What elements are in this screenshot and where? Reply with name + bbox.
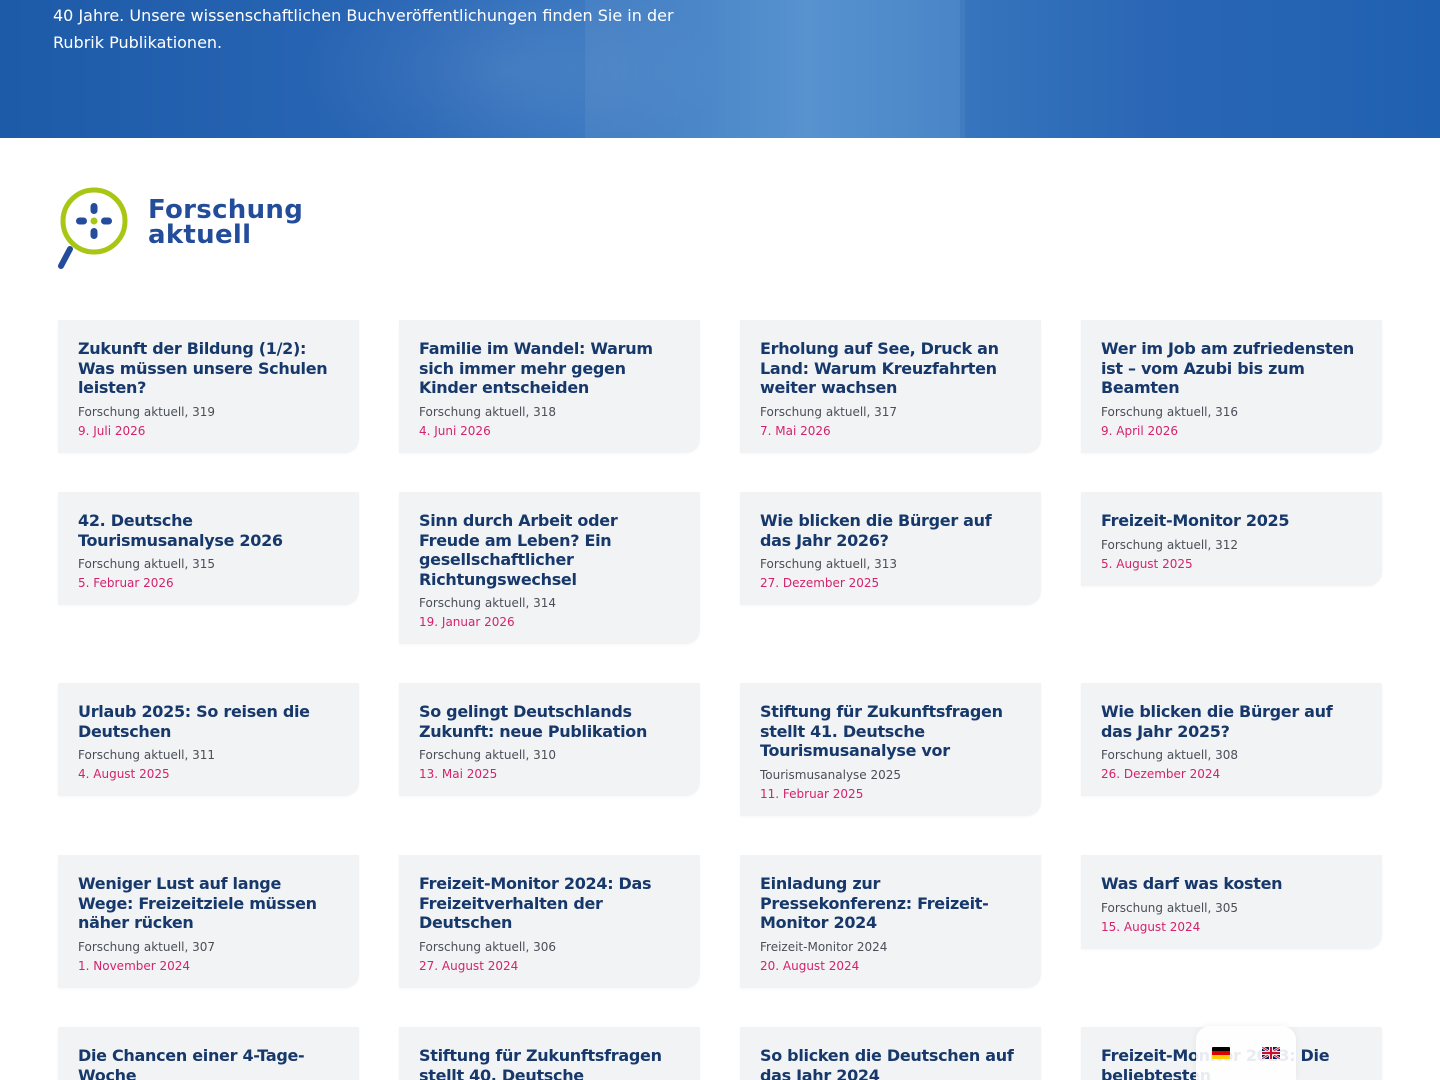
flag-de-icon[interactable]	[1212, 1047, 1230, 1059]
publication-card[interactable]: Die Chancen einer 4-Tage-Woche	[58, 1027, 359, 1080]
card-date: 13. Mai 2025	[419, 767, 498, 781]
card-date: 5. Februar 2026	[78, 576, 174, 590]
card-title[interactable]: Einladung zur Pressekonferenz: Freizeit-…	[760, 874, 1021, 933]
publication-card[interactable]: Urlaub 2025: So reisen die Deutschen For…	[58, 683, 359, 796]
publication-card[interactable]: So gelingt Deutschlands Zukunft: neue Pu…	[399, 683, 700, 796]
publication-card[interactable]: Einladung zur Pressekonferenz: Freizeit-…	[740, 855, 1041, 988]
card-series: Forschung aktuell, 311	[78, 748, 216, 762]
card-series: Forschung aktuell, 307	[78, 939, 216, 954]
card-series: Forschung aktuell, 310	[419, 748, 557, 762]
hero-text-line: Rubrik Publikationen.	[53, 33, 223, 52]
card-series: Forschung aktuell, 315	[78, 557, 216, 571]
card-date: 5. August 2025	[1101, 556, 1193, 571]
card-title[interactable]: Zukunft der Bildung (1/2): Was müssen un…	[78, 339, 339, 398]
card-series: Forschung aktuell, 313	[760, 557, 898, 571]
card-series: Forschung aktuell, 306	[419, 939, 557, 954]
hero-panel	[960, 0, 1440, 138]
card-series: Forschung aktuell, 312	[1101, 537, 1239, 552]
card-title[interactable]: Freizeit-Monitor 2025	[1101, 511, 1362, 531]
card-date: 4. August 2025	[78, 767, 170, 781]
logo-line: aktuell	[148, 220, 252, 250]
card-date: 9. April 2026	[1101, 423, 1179, 438]
hero-banner: 40 Jahre. Unsere wissenschaftlichen Buch…	[0, 0, 1440, 138]
publication-card[interactable]: Stiftung für Zukunftsfragen stellt 40. D…	[399, 1027, 700, 1080]
publication-card[interactable]: Wer im Job am zufriedensten ist – vom Az…	[1081, 320, 1382, 453]
card-title[interactable]: So blicken die Deutschen auf das Jahr 20…	[760, 1046, 1021, 1080]
flag-gb-icon[interactable]	[1262, 1047, 1280, 1059]
publication-card[interactable]: Sinn durch Arbeit oder Freude am Leben? …	[399, 492, 700, 644]
card-date: 1. November 2024	[78, 958, 191, 973]
publication-card[interactable]: Zukunft der Bildung (1/2): Was müssen un…	[58, 320, 359, 453]
card-title[interactable]: Wer im Job am zufriedensten ist – vom Az…	[1101, 339, 1362, 398]
card-date: 9. Juli 2026	[78, 423, 146, 438]
card-date: 27. Dezember 2025	[760, 576, 880, 590]
publication-card[interactable]: Familie im Wandel: Warum sich immer mehr…	[399, 320, 700, 453]
card-series: Forschung aktuell, 318	[419, 404, 557, 419]
hero-text: 40 Jahre. Unsere wissenschaftlichen Buch…	[53, 2, 733, 56]
publication-card[interactable]: 42. Deutsche Tourismusanalyse 2026 Forsc…	[58, 492, 359, 605]
card-title[interactable]: Wie blicken die Bürger auf das Jahr 2025…	[1101, 702, 1362, 741]
hero-text-line: 40 Jahre. Unsere wissenschaftlichen Buch…	[53, 6, 674, 25]
publication-card[interactable]: Wie blicken die Bürger auf das Jahr 2026…	[740, 492, 1041, 605]
logo-wordmark: Forschung aktuell	[148, 197, 303, 250]
card-series: Freizeit-Monitor 2024	[760, 939, 888, 954]
card-date: 19. Januar 2026	[419, 615, 515, 629]
card-date: 11. Februar 2025	[760, 786, 864, 801]
card-series: Forschung aktuell, 314	[419, 596, 557, 610]
card-series: Forschung aktuell, 316	[1101, 404, 1239, 419]
language-switcher[interactable]	[1196, 1026, 1296, 1080]
card-title[interactable]: Weniger Lust auf lange Wege: Freizeitzie…	[78, 874, 339, 933]
card-title[interactable]: Stiftung für Zukunftsfragen stellt 41. D…	[760, 702, 1021, 761]
card-title[interactable]: Stiftung für Zukunftsfragen stellt 40. D…	[419, 1046, 680, 1080]
card-title[interactable]: Urlaub 2025: So reisen die Deutschen	[78, 702, 339, 741]
magnifier-plus-icon	[58, 187, 128, 269]
card-title[interactable]: Was darf was kosten	[1101, 874, 1362, 894]
publication-card[interactable]: So blicken die Deutschen auf das Jahr 20…	[740, 1027, 1041, 1080]
card-title[interactable]: Erholung auf See, Druck an Land: Warum K…	[760, 339, 1021, 398]
card-series: Forschung aktuell, 317	[760, 404, 898, 419]
card-series: Forschung aktuell, 305	[1101, 900, 1239, 915]
publication-grid: Zukunft der Bildung (1/2): Was müssen un…	[58, 320, 1383, 1080]
card-title[interactable]: So gelingt Deutschlands Zukunft: neue Pu…	[419, 702, 680, 741]
card-series: Tourismusanalyse 2025	[760, 767, 902, 782]
publication-card[interactable]: Was darf was kosten Forschung aktuell, 3…	[1081, 855, 1382, 949]
card-title[interactable]: Familie im Wandel: Warum sich immer mehr…	[419, 339, 680, 398]
card-series: Forschung aktuell, 319	[78, 404, 216, 419]
forschung-aktuell-logo: Forschung aktuell	[56, 186, 326, 274]
card-title[interactable]: Sinn durch Arbeit oder Freude am Leben? …	[419, 511, 680, 589]
publication-card[interactable]: Stiftung für Zukunftsfragen stellt 41. D…	[740, 683, 1041, 816]
publication-card[interactable]: Wie blicken die Bürger auf das Jahr 2025…	[1081, 683, 1382, 796]
card-date: 15. August 2024	[1101, 919, 1201, 934]
card-title[interactable]: Die Chancen einer 4-Tage-Woche	[78, 1046, 339, 1080]
card-title[interactable]: Wie blicken die Bürger auf das Jahr 2026…	[760, 511, 1021, 550]
card-series: Forschung aktuell, 308	[1101, 748, 1239, 762]
card-title[interactable]: Freizeit-Monitor 2024: Das Freizeitverha…	[419, 874, 680, 933]
card-date: 20. August 2024	[760, 958, 860, 973]
publication-card[interactable]: Erholung auf See, Druck an Land: Warum K…	[740, 320, 1041, 453]
card-date: 4. Juni 2026	[419, 423, 491, 438]
card-title[interactable]: 42. Deutsche Tourismusanalyse 2026	[78, 511, 339, 550]
publication-card[interactable]: Freizeit-Monitor 2025 Forschung aktuell,…	[1081, 492, 1382, 586]
card-date: 27. August 2024	[419, 958, 519, 973]
card-date: 7. Mai 2026	[760, 423, 831, 438]
card-date: 26. Dezember 2024	[1101, 767, 1221, 781]
publication-card[interactable]: Freizeit-Monitor 2024: Das Freizeitverha…	[399, 855, 700, 988]
publication-card[interactable]: Weniger Lust auf lange Wege: Freizeitzie…	[58, 855, 359, 988]
